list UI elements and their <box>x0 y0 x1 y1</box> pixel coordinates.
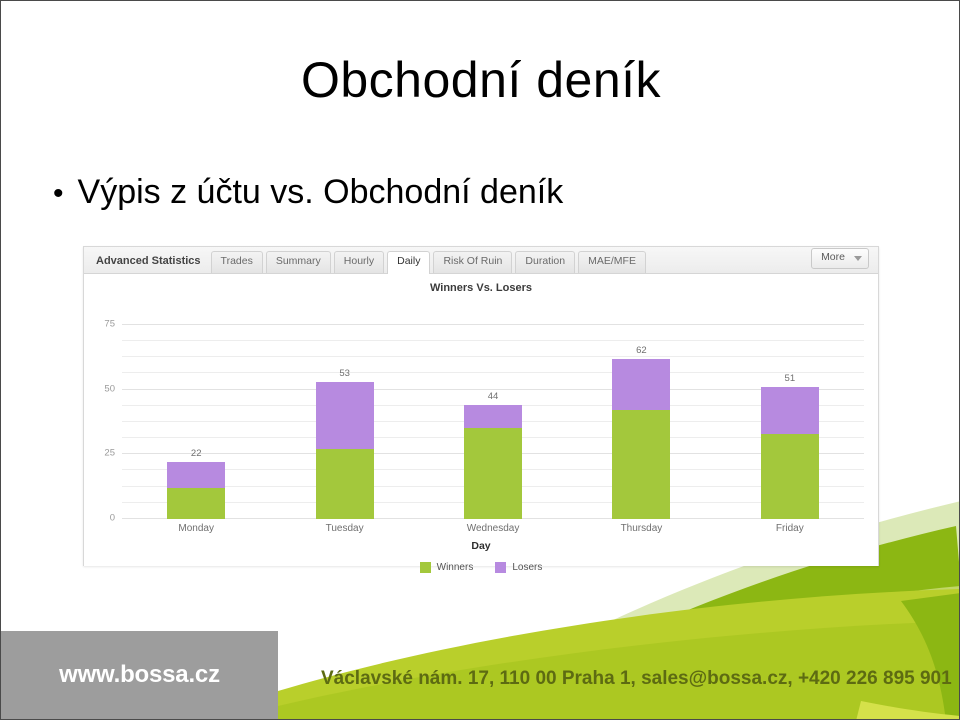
stacked-bar[interactable] <box>760 387 819 519</box>
tab-duration[interactable]: Duration <box>515 251 576 273</box>
bar-value-label: 53 <box>339 367 350 379</box>
legend-item[interactable]: Winners <box>419 562 474 573</box>
tab-bar: Advanced Statistics Trades Summary Hourl… <box>84 247 878 274</box>
x-axis-tick: Friday <box>775 523 804 534</box>
bar-segment-losers[interactable] <box>464 405 523 429</box>
bar-value-label: 62 <box>636 344 647 356</box>
legend-label: Winners <box>436 562 474 573</box>
x-axis-tick: Tuesday <box>325 523 364 534</box>
more-button[interactable]: More <box>811 248 869 269</box>
x-axis-title: Day <box>471 540 491 552</box>
stacked-bar[interactable] <box>612 358 671 519</box>
bar-segment-winners[interactable] <box>464 428 523 519</box>
bar-group: 44 <box>419 312 567 519</box>
tab-hourly[interactable]: Hourly <box>333 251 385 273</box>
tab-daily[interactable]: Daily <box>387 251 431 274</box>
y-axis-tick: 25 <box>104 447 115 459</box>
footer-url-block: www.bossa.cz <box>1 631 278 719</box>
bar-value-label: 51 <box>784 373 796 385</box>
bar-group: 62 <box>567 312 715 519</box>
statistics-panel: Advanced Statistics Trades Summary Hourl… <box>83 246 879 573</box>
tab-trades[interactable]: Trades <box>210 251 263 273</box>
legend-label: Losers <box>512 562 543 573</box>
footer-url: www.bossa.cz <box>59 661 220 688</box>
y-axis-tick: 75 <box>104 318 115 330</box>
x-axis-tick: Thursday <box>620 523 663 534</box>
stacked-bar[interactable] <box>167 462 226 519</box>
tab-summary[interactable]: Summary <box>265 251 331 273</box>
bar-segment-winners[interactable] <box>612 410 671 519</box>
bar-segment-losers[interactable] <box>760 387 819 434</box>
x-axis-labels: Monday Tuesday Wednesday Thursday Friday <box>122 523 864 534</box>
footer-contact: Václavské nám. 17, 110 00 Praha 1, sales… <box>321 668 952 689</box>
x-axis-tick: Monday <box>178 523 214 534</box>
bar-segment-winners[interactable] <box>315 449 374 519</box>
bullet-text: Výpis z účtu vs. Obchodní deník <box>77 173 564 211</box>
bar-segment-winners[interactable] <box>167 487 226 519</box>
tab-mae-mfe[interactable]: MAE/MFE <box>578 251 646 273</box>
bar-segment-losers[interactable] <box>612 358 671 411</box>
bar-value-label: 44 <box>487 391 499 403</box>
bar-segment-losers[interactable] <box>167 462 226 488</box>
more-button-label: More <box>821 251 845 264</box>
bar-group: 51 <box>716 312 864 519</box>
plot-area: 0 25 50 75 22 53 44 62 51 <box>104 312 864 524</box>
page-title: Obchodní deník <box>300 52 662 108</box>
stacked-bar[interactable] <box>464 405 523 519</box>
legend-swatch <box>419 562 431 573</box>
legend-swatch <box>495 562 507 573</box>
tab-risk-of-ruin[interactable]: Risk Of Ruin <box>433 251 513 273</box>
presentation-slide: Obchodní deník • Výpis z účtu vs. Obchod… <box>0 0 960 720</box>
bullet-item: • Výpis z účtu vs. Obchodní deník <box>53 173 563 212</box>
bar-value-label: 22 <box>190 448 202 460</box>
legend-item[interactable]: Losers <box>495 562 542 573</box>
chart-container: Winners Vs. Losers 0 25 50 75 22 53 44 62 51 Mo… <box>84 274 878 573</box>
stacked-bar[interactable] <box>315 381 374 519</box>
x-axis-tick: Wednesday <box>466 523 520 534</box>
bullet-marker: • <box>53 177 64 210</box>
chart-title: Winners Vs. Losers <box>430 282 532 294</box>
bar-series: 22 53 44 62 51 <box>122 312 864 519</box>
bar-group: 53 <box>270 312 418 519</box>
y-axis-tick: 0 <box>109 512 115 524</box>
bar-segment-losers[interactable] <box>315 381 374 450</box>
panel-title: Advanced Statistics <box>96 255 201 267</box>
bar-group: 22 <box>122 312 270 519</box>
chevron-down-icon <box>854 255 862 261</box>
chart-legend: Winners Losers <box>84 562 878 573</box>
bar-segment-winners[interactable] <box>760 433 819 519</box>
y-axis-tick: 50 <box>104 383 115 395</box>
